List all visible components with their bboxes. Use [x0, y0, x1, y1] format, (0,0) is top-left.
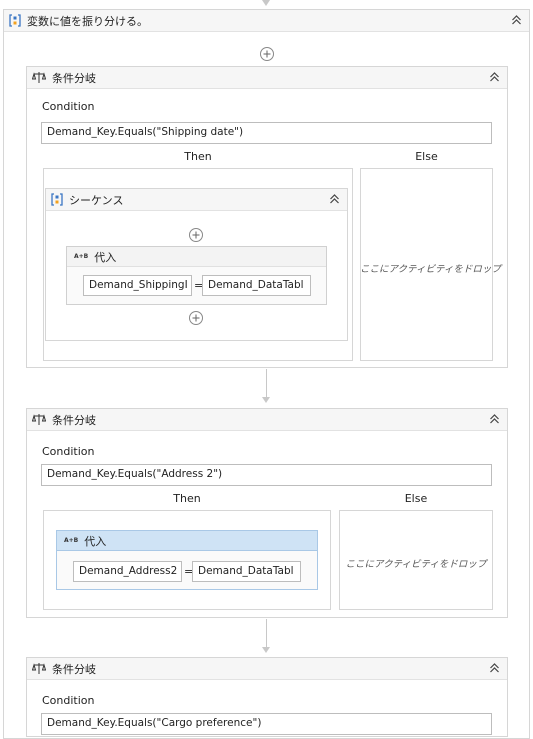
then-label: Then [173, 492, 201, 505]
outer-sequence-title: 変数に値を振り分ける。 [27, 14, 148, 28]
sequence-icon [9, 14, 21, 27]
add-icon[interactable] [188, 310, 204, 326]
assign-to-field[interactable]: Demand_Address2 [73, 561, 182, 582]
if-icon [32, 663, 46, 674]
if-icon [32, 72, 46, 83]
connector-arrow [262, 647, 270, 653]
if-icon [32, 414, 46, 425]
if-activity-3-title: 条件分岐 [52, 662, 96, 676]
condition-label: Condition [42, 445, 95, 458]
connector-line [266, 619, 267, 648]
if-activity-3-header[interactable]: 条件分岐 [27, 658, 507, 680]
assign-icon: A+B [64, 536, 79, 544]
assign-activity-2-header[interactable]: A+B 代入 [57, 531, 317, 551]
if-activity-1-header[interactable]: 条件分岐 [27, 67, 507, 89]
connector-line [266, 369, 267, 398]
sequence-icon [51, 193, 63, 206]
assign-value-field[interactable]: Demand_DataTabl [202, 275, 311, 296]
assign-icon: A+B [74, 252, 89, 260]
assign-to-field[interactable]: Demand_ShippingI [83, 275, 192, 296]
collapse-icon[interactable] [489, 413, 500, 425]
connector-arrow [262, 397, 270, 403]
else-drop-hint: ここにアクティビティをドロップ [360, 264, 501, 275]
inner-sequence-header[interactable]: シーケンス [46, 189, 347, 211]
inner-sequence-title: シーケンス [69, 193, 124, 207]
add-icon[interactable] [259, 46, 275, 62]
collapse-icon[interactable] [329, 193, 340, 205]
condition-input[interactable]: Demand_Key.Equals("Cargo preference") [41, 713, 492, 735]
assign-title: 代入 [84, 534, 107, 548]
assign-title: 代入 [94, 250, 117, 264]
condition-label: Condition [42, 694, 95, 707]
else-drop-hint: ここにアクティビティをドロップ [345, 559, 487, 570]
collapse-icon[interactable] [489, 71, 500, 83]
assign-activity-1-header[interactable]: A+B 代入 [67, 247, 326, 267]
else-label: Else [415, 150, 438, 163]
if-activity-2-header[interactable]: 条件分岐 [27, 409, 507, 431]
if-activity-2-title: 条件分岐 [52, 413, 96, 427]
if-activity-1-title: 条件分岐 [52, 71, 96, 85]
outer-sequence-header[interactable]: 変数に値を振り分ける。 [4, 10, 529, 32]
add-icon[interactable] [188, 227, 204, 243]
connector-arrow [262, 0, 270, 6]
condition-input[interactable]: Demand_Key.Equals("Address 2") [41, 464, 492, 486]
collapse-icon[interactable] [511, 14, 522, 26]
condition-input[interactable]: Demand_Key.Equals("Shipping date") [41, 122, 492, 144]
assign-value-field[interactable]: Demand_DataTabl [192, 561, 301, 582]
condition-label: Condition [42, 100, 95, 113]
collapse-icon[interactable] [489, 662, 500, 674]
then-label: Then [184, 150, 212, 163]
else-label: Else [404, 492, 428, 505]
